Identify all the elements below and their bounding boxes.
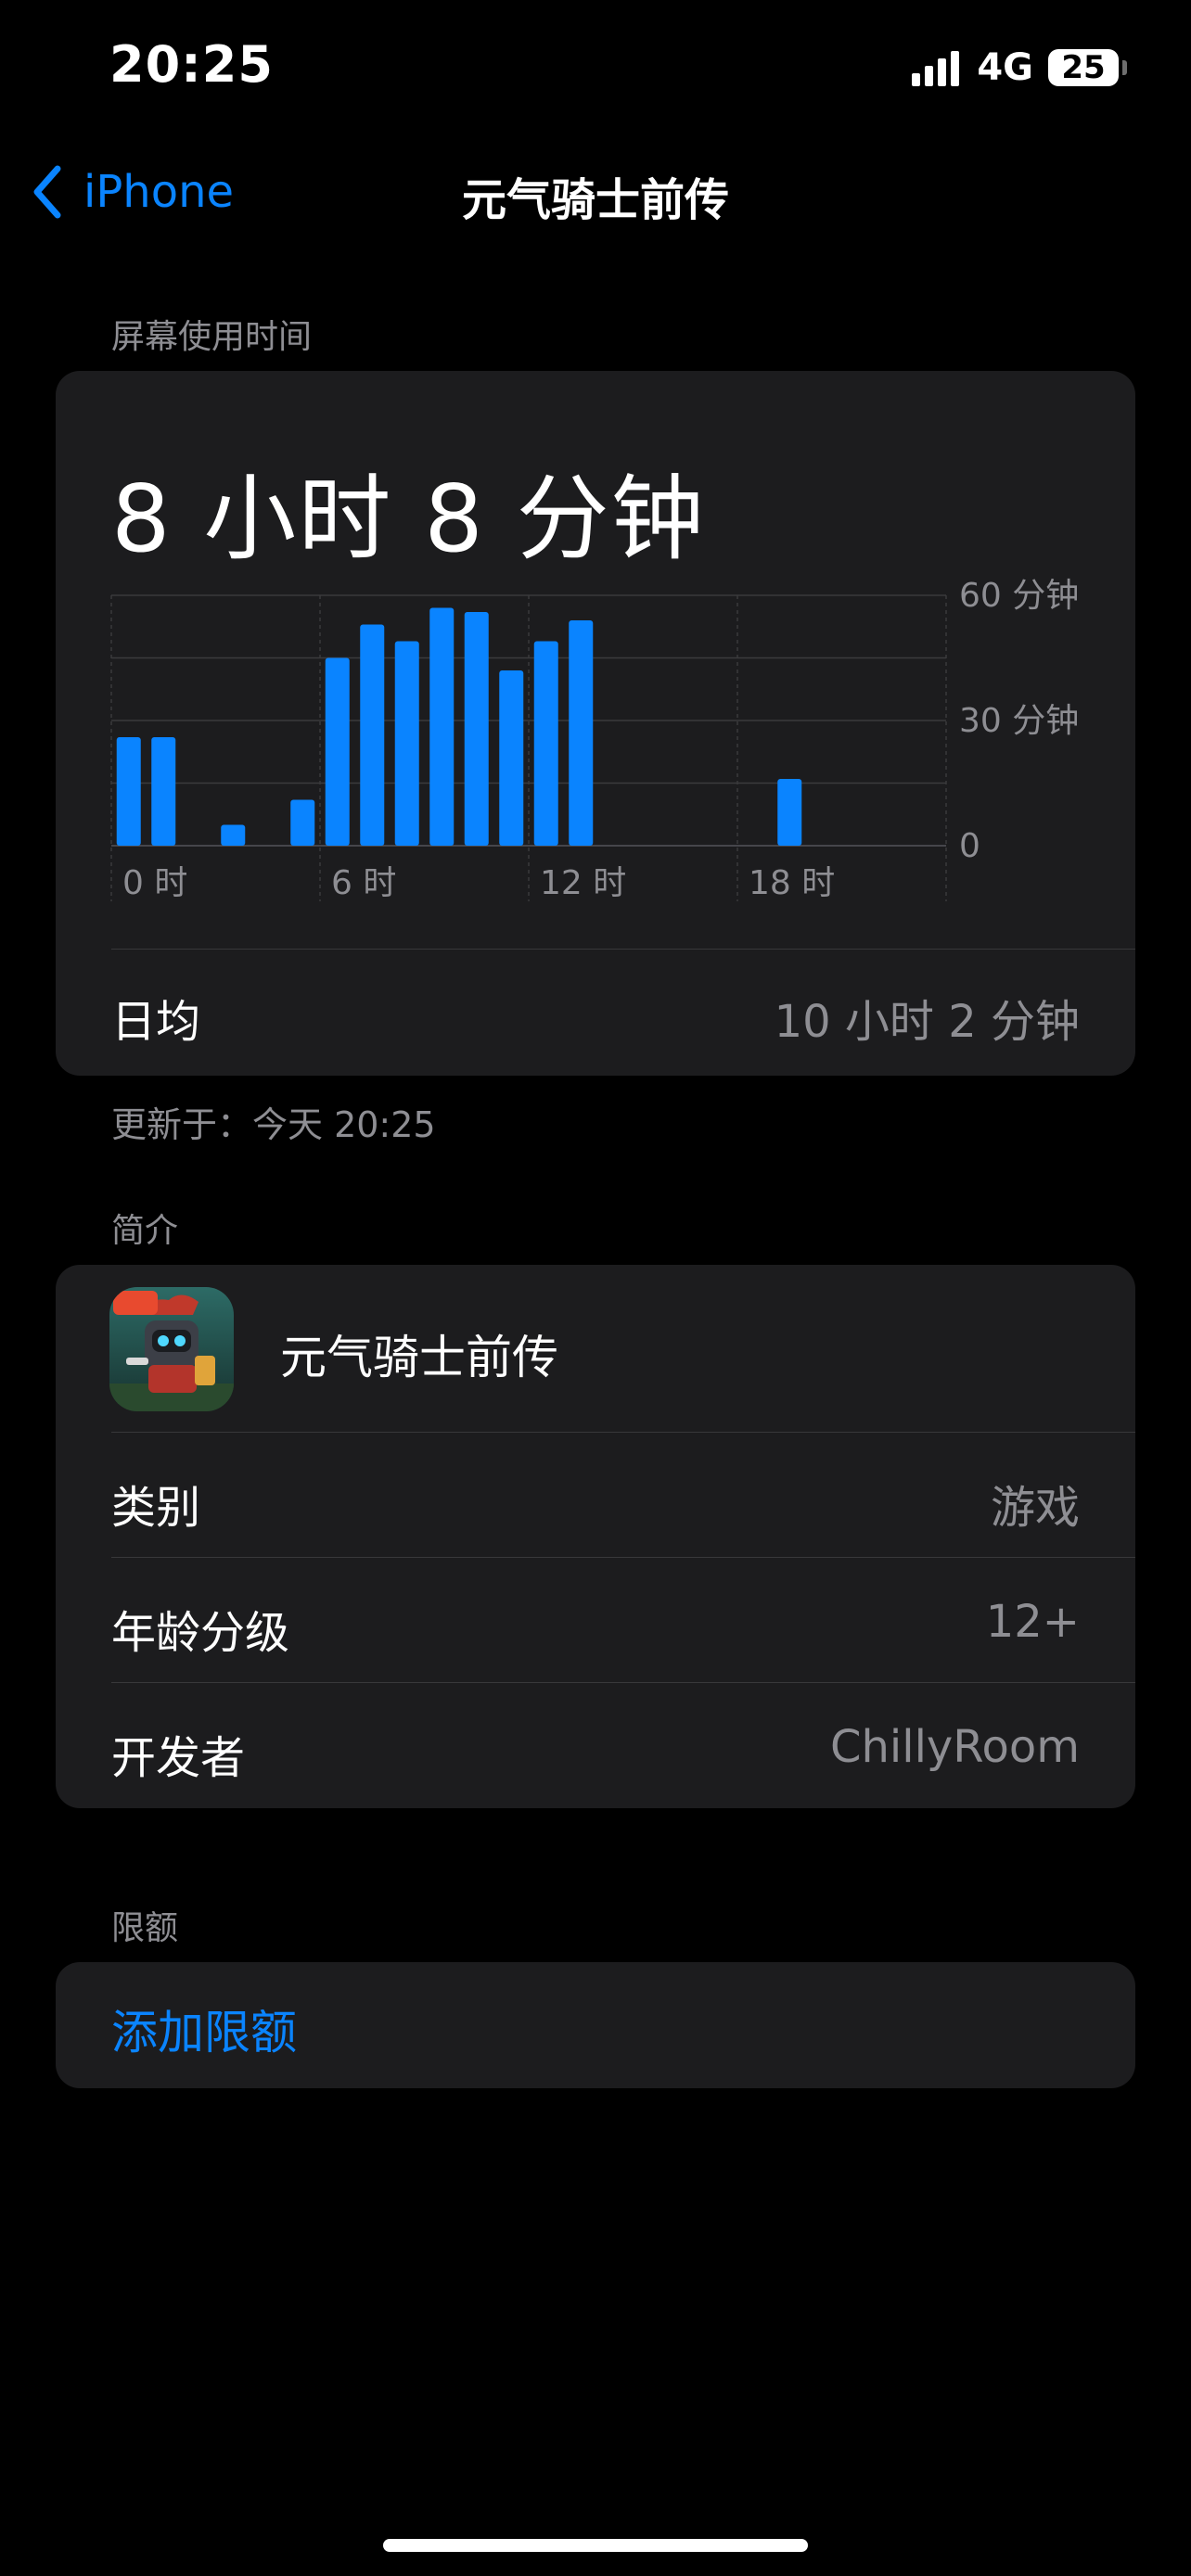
- chart-bar: [533, 641, 558, 846]
- category-label: 类别: [111, 1482, 201, 1534]
- chart-x-tick-label: 6 时: [331, 864, 396, 902]
- chart-y-ticks: 60 分钟 30 分钟 0: [959, 577, 1079, 865]
- battery-level: 25: [1061, 49, 1106, 86]
- status-indicators: 4G 25: [912, 45, 1127, 91]
- developer-value: ChillyRoom: [829, 1721, 1080, 1773]
- chart-y-tick-label: 30 分钟: [959, 702, 1079, 740]
- chart-bar: [360, 624, 385, 846]
- section-header-limits: 限额: [111, 1909, 179, 1947]
- row-divider: [111, 949, 1135, 950]
- chart-bar: [151, 737, 176, 846]
- chart-bars: [116, 607, 802, 846]
- age-rating-label: 年龄分级: [111, 1607, 290, 1659]
- developer-label: 开发者: [111, 1732, 246, 1784]
- app-icon: [109, 1287, 234, 1411]
- chart-bar: [464, 612, 489, 846]
- chart-bar: [499, 670, 524, 846]
- row-divider: [111, 1682, 1135, 1683]
- daily-average-value: 10 小时 2 分钟: [774, 996, 1080, 1048]
- add-limit-button[interactable]: 添加限额: [56, 1962, 1135, 2088]
- age-rating-value: 12+: [985, 1596, 1080, 1648]
- chart-grid: [110, 594, 947, 901]
- category-value: 游戏: [990, 1482, 1080, 1534]
- hourly-usage-chart: 0 时 6 时 12 时 18 时 60 分钟 30 分钟 0: [110, 577, 1079, 902]
- battery-icon: 25: [1048, 49, 1127, 86]
- chart-bar: [221, 824, 246, 846]
- chart-bar: [394, 641, 419, 846]
- chart-y-tick-label: 60 分钟: [959, 577, 1079, 615]
- battery-tip: [1122, 60, 1127, 75]
- row-divider: [111, 1557, 1135, 1558]
- chart-x-tick-label: 18 时: [749, 864, 835, 902]
- daily-average-label: 日均: [111, 996, 201, 1048]
- chart-x-tick-label: 12 时: [540, 864, 626, 902]
- about-card: 元气骑士前传 类别 游戏 年龄分级 12+ 开发者 ChillyRoom: [56, 1265, 1135, 1808]
- chart-bar: [569, 620, 594, 846]
- home-indicator[interactable]: [383, 2539, 808, 2552]
- section-header-screen-time: 屏幕使用时间: [111, 318, 313, 356]
- screen-time-card: 8 小时 8 分钟 0 时6 时 12 时 18 时 60 分钟 30 分钟 0 日均 …: [56, 371, 1135, 1076]
- row-divider: [111, 1432, 1135, 1433]
- chart-bar: [290, 799, 315, 846]
- chart-x-ticks: 0 时 6 时 12 时 18 时: [122, 864, 835, 902]
- cellular-signal-icon: [912, 49, 964, 86]
- chart-y-tick-label: 0: [959, 827, 980, 865]
- chart-x-tick-label: 0 时: [122, 864, 187, 902]
- chart-bar: [777, 779, 802, 846]
- chart-bar: [429, 607, 455, 846]
- status-time: 20:25: [109, 35, 274, 94]
- add-limit-label: 添加限额: [111, 2006, 297, 2060]
- chart-bar: [116, 737, 141, 846]
- updated-timestamp: 更新于：今天 20:25: [111, 1104, 436, 1145]
- knight-game-icon: [109, 1287, 234, 1411]
- page-title: 元气骑士前传: [461, 174, 729, 226]
- chart-bar: [325, 657, 350, 846]
- app-name: 元气骑士前传: [280, 1331, 558, 1384]
- network-type: 4G: [977, 46, 1033, 89]
- section-header-about: 简介: [111, 1212, 179, 1250]
